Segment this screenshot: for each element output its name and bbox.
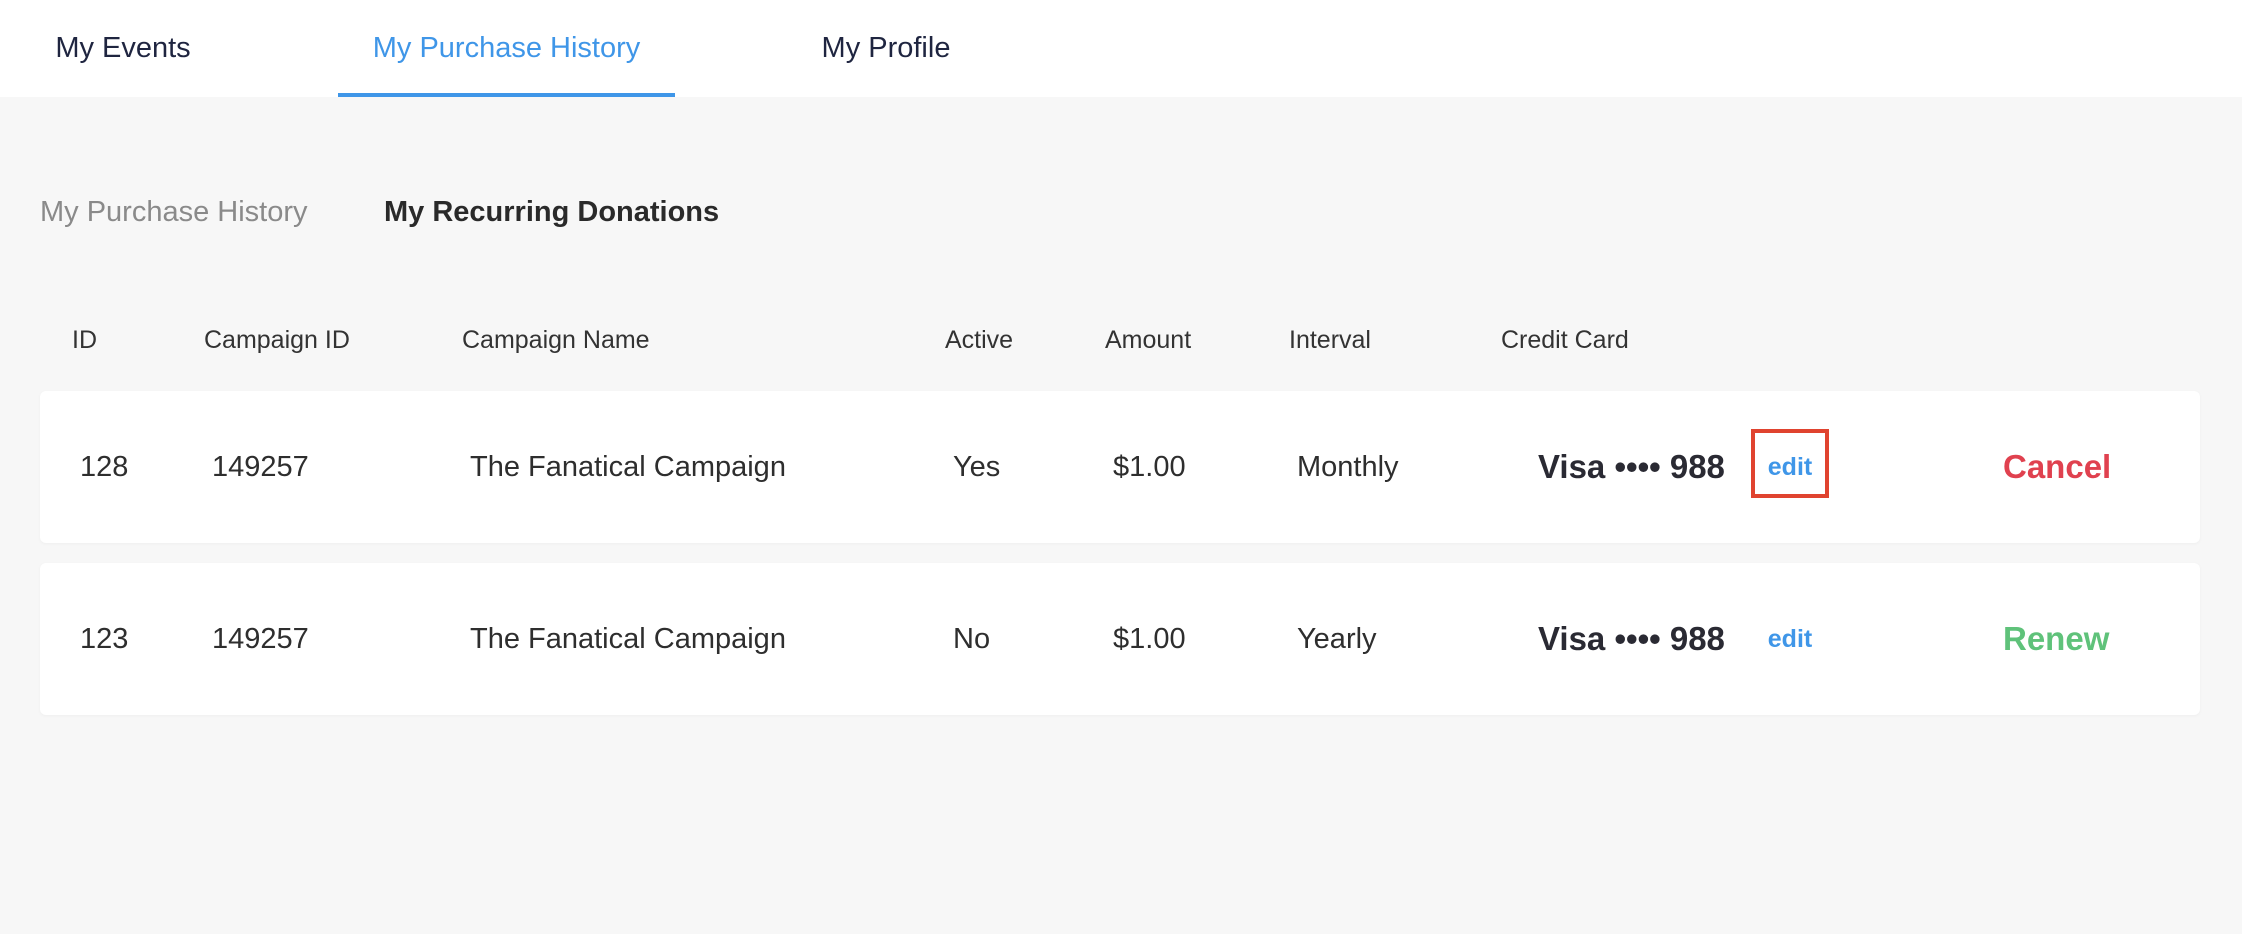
col-header-interval: Interval <box>1289 326 1371 354</box>
cell-campaign-id: 149257 <box>212 450 309 483</box>
subtab-purchase-history[interactable]: My Purchase History <box>40 196 308 229</box>
renew-button[interactable]: Renew <box>2003 563 2109 715</box>
cell-id: 123 <box>80 622 129 655</box>
cell-amount: $1.00 <box>1113 450 1186 483</box>
cell-interval: Yearly <box>1297 622 1377 655</box>
table-row: 128 149257 The Fanatical Campaign Yes $1… <box>40 391 2200 543</box>
col-header-active: Active <box>945 326 1014 354</box>
cell-amount: $1.00 <box>1113 622 1186 655</box>
cell-active: No <box>953 622 991 655</box>
tab-my-profile[interactable]: My Profile <box>800 0 972 97</box>
subtab-recurring-donations[interactable]: My Recurring Donations <box>384 196 719 229</box>
cancel-button[interactable]: Cancel <box>2003 391 2111 543</box>
cell-campaign-name: The Fanatical Campaign <box>470 622 786 655</box>
cell-campaign-name: The Fanatical Campaign <box>470 450 786 483</box>
col-header-campaign-name: Campaign Name <box>462 326 650 354</box>
col-header-amount: Amount <box>1105 326 1192 354</box>
cell-id: 128 <box>80 450 129 483</box>
edit-card-link[interactable]: edit <box>1751 563 1829 715</box>
cell-campaign-id: 149257 <box>212 622 309 655</box>
top-nav: My Events My Purchase History My Profile <box>0 0 2242 97</box>
cell-active: Yes <box>953 450 1001 483</box>
col-header-campaign-id: Campaign ID <box>204 326 350 354</box>
tab-my-events[interactable]: My Events <box>28 0 218 97</box>
cell-interval: Monthly <box>1297 450 1399 483</box>
tab-my-purchase-history[interactable]: My Purchase History <box>338 0 675 97</box>
col-header-credit-card: Credit Card <box>1501 326 1629 354</box>
cell-credit-card: Visa •••• 988 <box>1538 448 1725 485</box>
table-row: 123 149257 The Fanatical Campaign No $1.… <box>40 563 2200 715</box>
col-header-id: ID <box>72 326 97 354</box>
cell-credit-card: Visa •••• 988 <box>1538 620 1725 657</box>
edit-card-link[interactable]: edit <box>1751 391 1829 543</box>
